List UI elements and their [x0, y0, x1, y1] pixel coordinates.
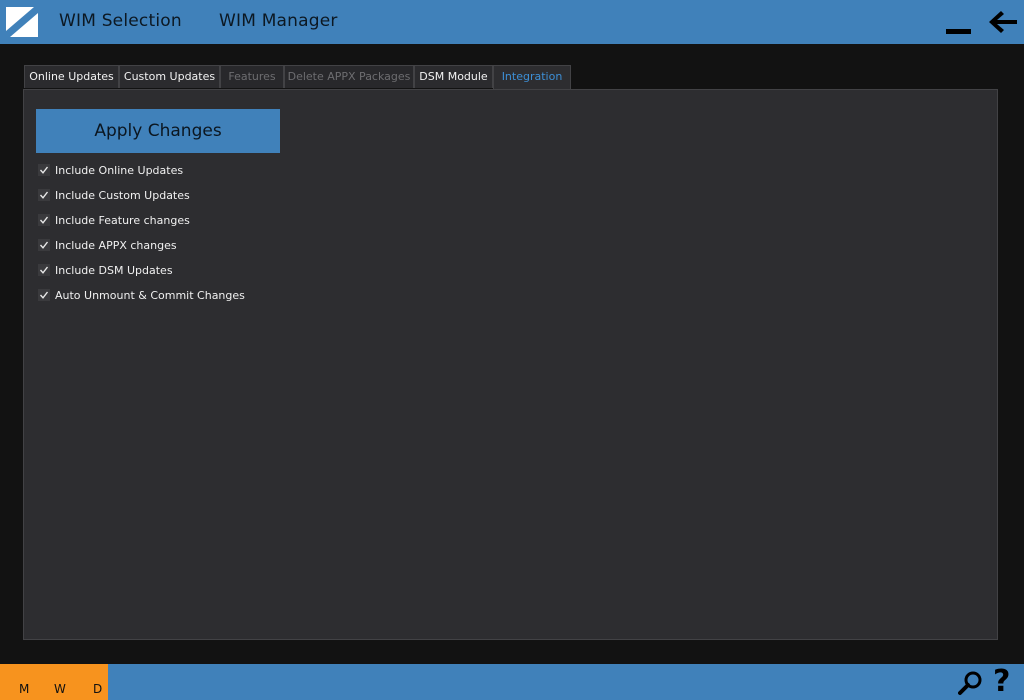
tab-online-updates[interactable]: Online Updates: [24, 65, 119, 88]
option-label: Include Feature changes: [55, 214, 190, 227]
option-label: Include Custom Updates: [55, 189, 190, 202]
nav-wim-selection[interactable]: WIM Selection: [59, 11, 182, 31]
tab-custom-updates[interactable]: Custom Updates: [119, 65, 220, 88]
option-label: Include APPX changes: [55, 239, 177, 252]
tab-dsm-module[interactable]: DSM Module: [414, 65, 493, 88]
option-label: Include Online Updates: [55, 164, 184, 177]
mwd-w-button[interactable]: W: [54, 682, 66, 696]
checkbox[interactable]: [38, 189, 50, 201]
checkmark-icon: [39, 191, 49, 199]
search-icon[interactable]: [958, 670, 984, 696]
checkbox[interactable]: [38, 214, 50, 226]
integration-panel: Apply Changes Include Online Updates Inc…: [23, 89, 998, 640]
mwd-d-button[interactable]: D: [93, 682, 102, 696]
mwd-m-button[interactable]: M: [19, 682, 29, 696]
top-bar: WIM Selection WIM Manager: [0, 0, 1024, 44]
minimize-icon[interactable]: [946, 29, 971, 34]
checkmark-icon: [39, 241, 49, 249]
checkbox[interactable]: [38, 264, 50, 276]
option-label: Auto Unmount & Commit Changes: [55, 289, 245, 302]
nav-wim-manager[interactable]: WIM Manager: [219, 11, 338, 31]
mwd-panel: M W D: [0, 664, 108, 700]
help-icon[interactable]: ?: [993, 664, 1010, 700]
back-arrow-icon[interactable]: [989, 10, 1017, 34]
apply-changes-button[interactable]: Apply Changes: [36, 109, 280, 153]
tab-features: Features: [220, 65, 284, 88]
checkbox[interactable]: [38, 289, 50, 301]
app-logo-icon: [6, 7, 38, 37]
option-label: Include DSM Updates: [55, 264, 173, 277]
tab-delete-appx-packages: Delete APPX Packages: [284, 65, 414, 88]
checkmark-icon: [39, 216, 49, 224]
checkmark-icon: [39, 266, 49, 274]
checkmark-icon: [39, 166, 49, 174]
bottom-bar: M W D ?: [0, 664, 1024, 700]
checkmark-icon: [39, 291, 49, 299]
tab-integration[interactable]: Integration: [493, 65, 571, 90]
checkbox[interactable]: [38, 239, 50, 251]
checkbox[interactable]: [38, 164, 50, 176]
